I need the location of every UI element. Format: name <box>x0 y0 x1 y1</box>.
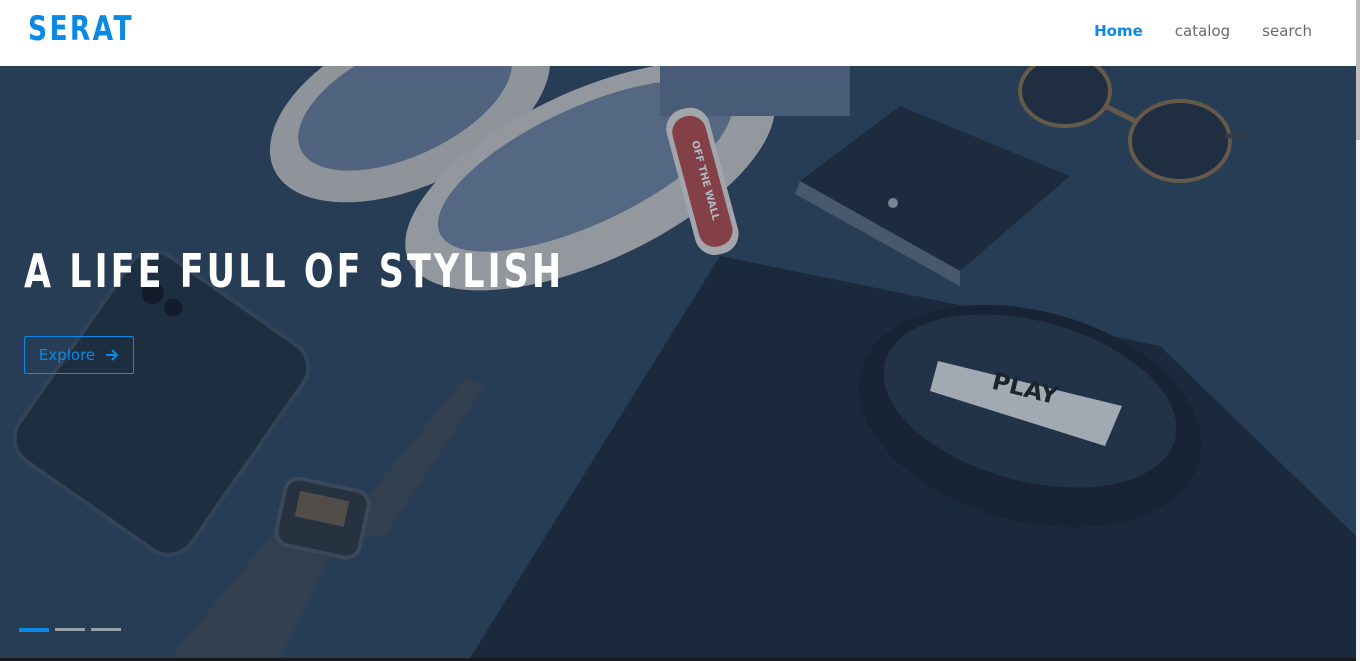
hero-carousel: OFF THE WALL PLAY A LIFE FULL OF STYLISH… <box>0 66 1356 658</box>
nav-home[interactable]: Home <box>1094 22 1143 40</box>
brand-logo[interactable]: SERAT <box>28 9 134 49</box>
hero-overlay <box>0 66 1356 658</box>
explore-button-label: Explore <box>38 346 96 364</box>
page-scrollbar[interactable] <box>1356 0 1360 661</box>
arrow-right-icon <box>106 349 119 361</box>
nav-catalog[interactable]: catalog <box>1175 22 1230 40</box>
nav-search[interactable]: search <box>1262 22 1312 40</box>
carousel-dot-2[interactable] <box>55 628 85 631</box>
carousel-indicators <box>19 628 121 632</box>
scrollbar-thumb[interactable] <box>1356 0 1360 140</box>
main-nav: Home catalog search <box>1094 22 1312 40</box>
hero-title: A LIFE FULL OF STYLISH <box>24 244 565 298</box>
carousel-dot-3[interactable] <box>91 628 121 631</box>
carousel-dot-1[interactable] <box>19 628 49 632</box>
explore-button[interactable]: Explore <box>24 336 134 374</box>
site-header: SERAT Home catalog search <box>0 0 1356 66</box>
